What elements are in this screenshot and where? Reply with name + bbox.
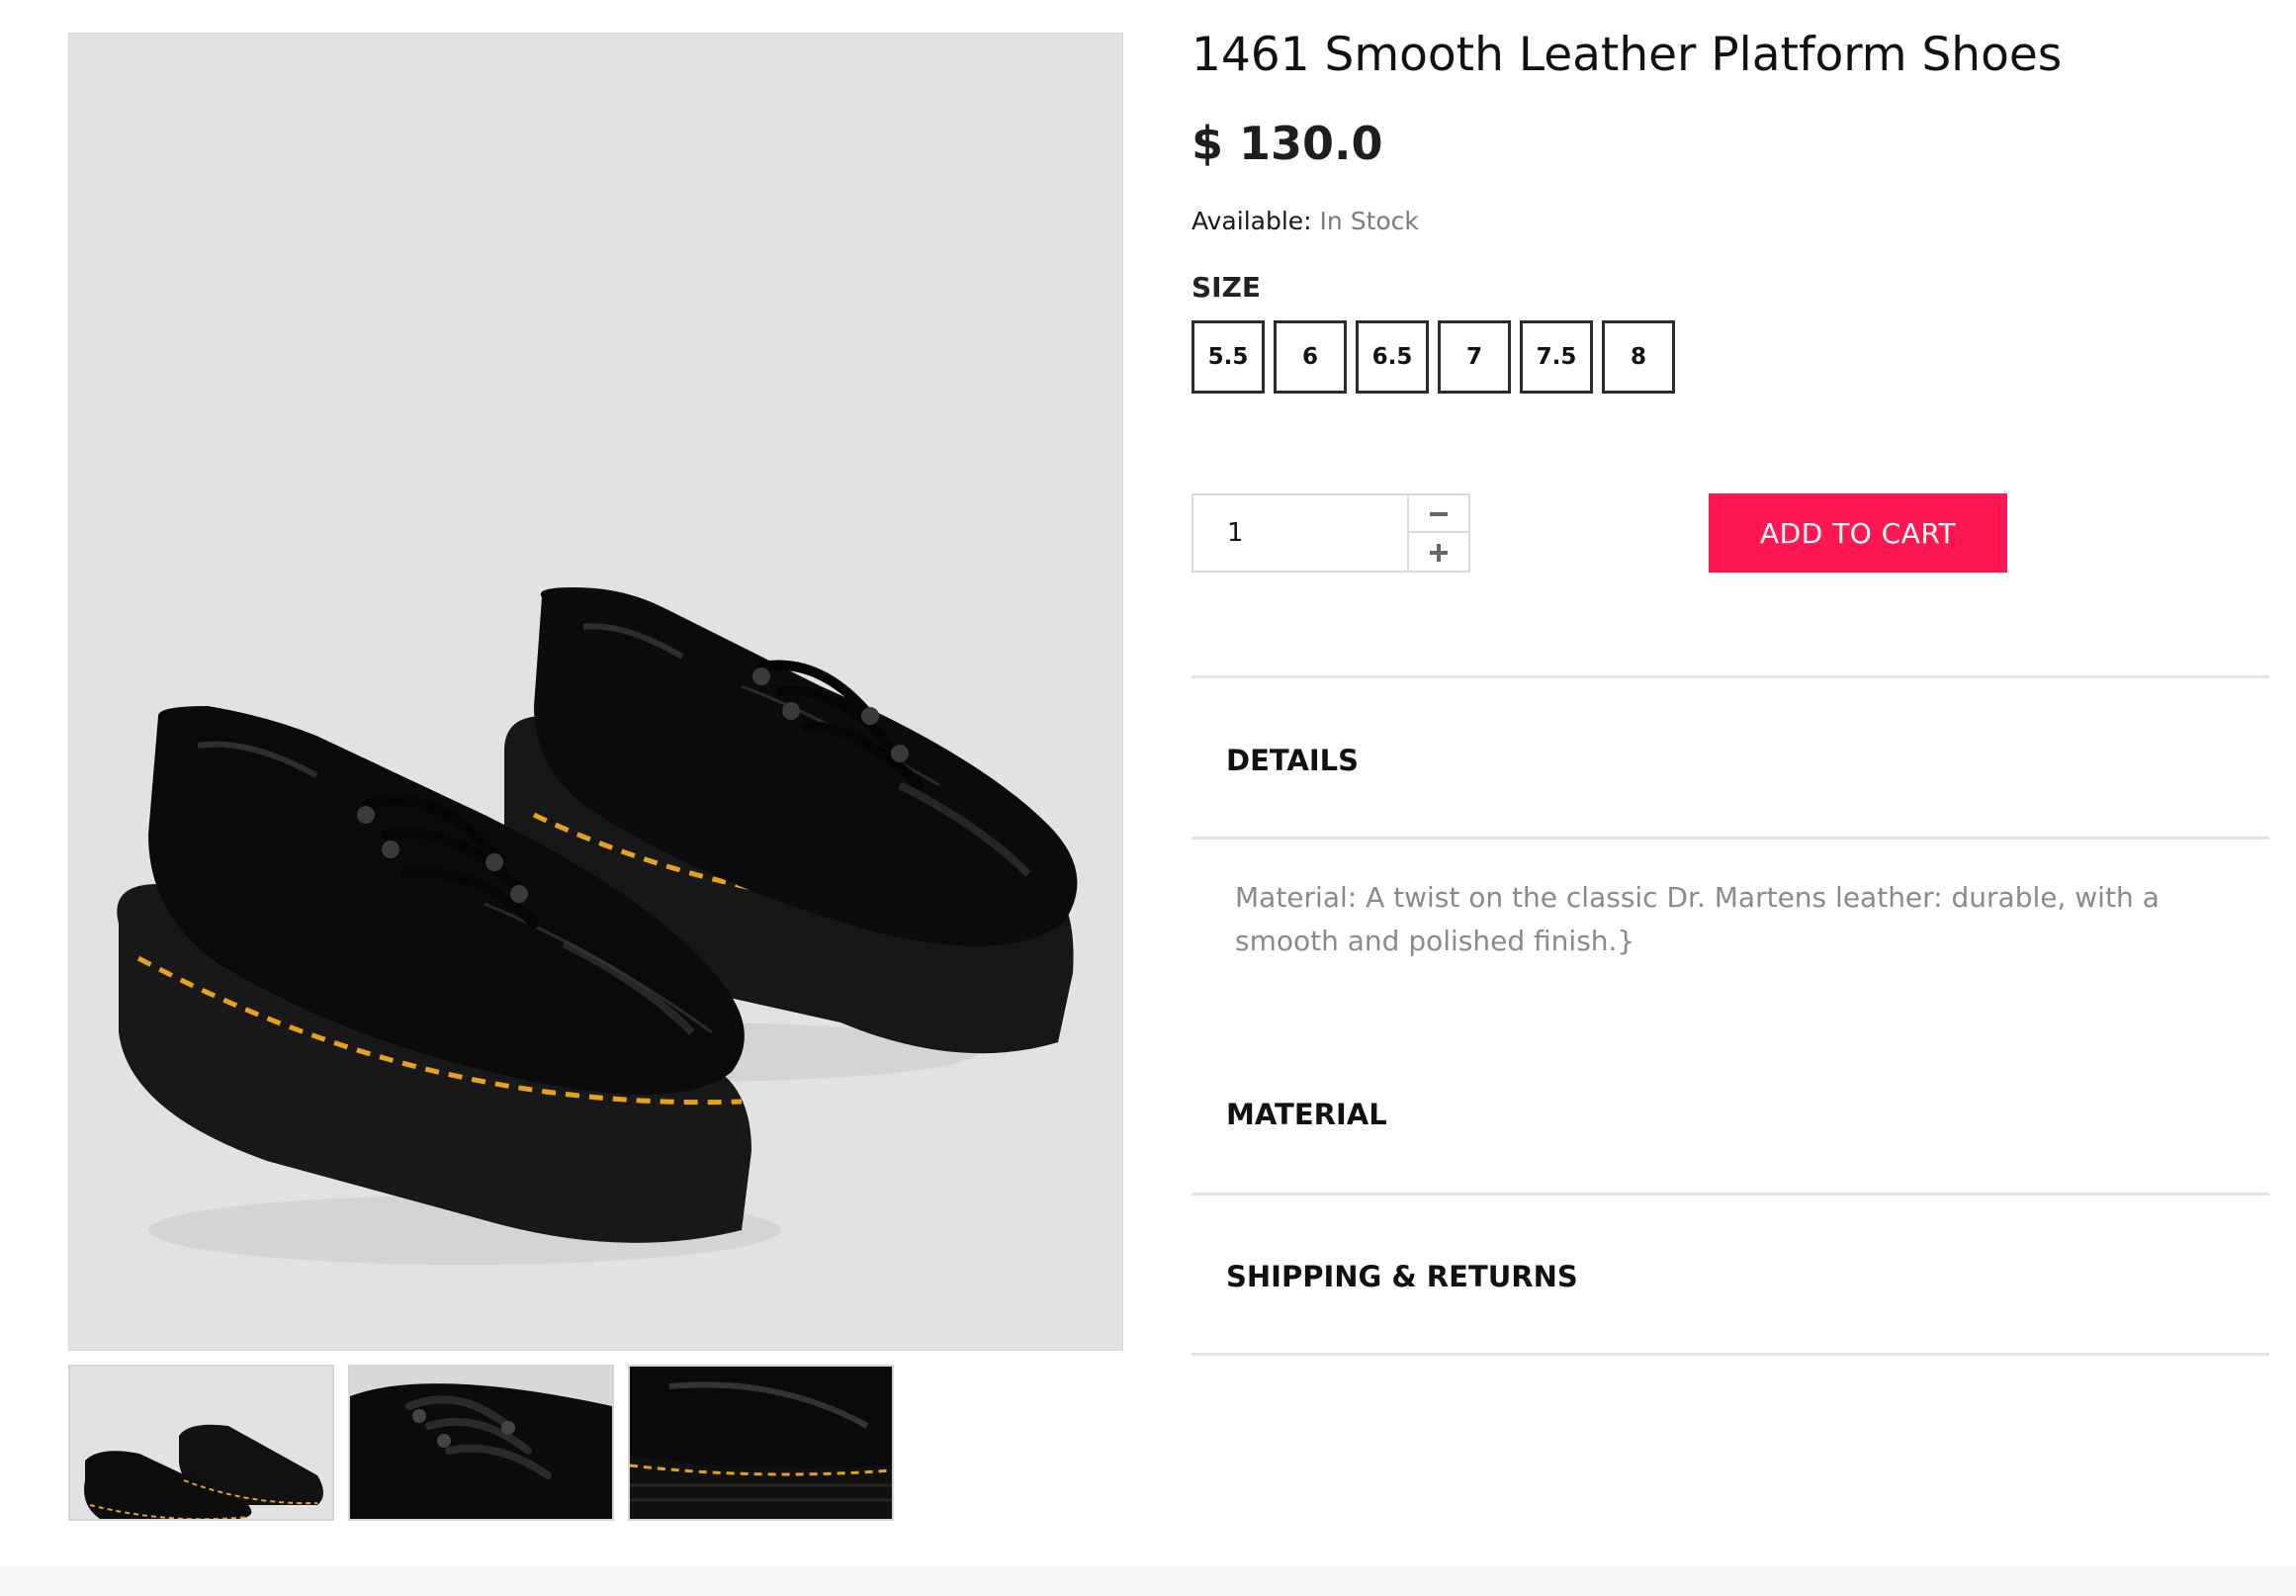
thumbnail-3[interactable] bbox=[628, 1365, 894, 1521]
product-page: 1461 Smooth Leather Platform Shoes $ 130… bbox=[0, 0, 2296, 1596]
quantity-stepper bbox=[1192, 493, 1470, 573]
material-accordion-header[interactable]: MATERIAL bbox=[1226, 1098, 1387, 1131]
thumbnail-2[interactable] bbox=[348, 1365, 614, 1521]
availability: Available: In Stock bbox=[1192, 207, 1419, 235]
footer-band bbox=[0, 1566, 2296, 1596]
plus-icon bbox=[1430, 536, 1448, 569]
size-label: SIZE bbox=[1192, 271, 1262, 304]
thumbnail-sole-closeup bbox=[630, 1367, 892, 1519]
divider bbox=[1192, 837, 2269, 840]
divider bbox=[1192, 1193, 2269, 1196]
product-title: 1461 Smooth Leather Platform Shoes bbox=[1192, 28, 2063, 82]
shipping-returns-accordion-header[interactable]: SHIPPING & RETURNS bbox=[1226, 1260, 1578, 1293]
thumbnail-lace-closeup bbox=[350, 1367, 612, 1519]
divider bbox=[1192, 1353, 2269, 1356]
quantity-increase-button[interactable] bbox=[1409, 533, 1468, 571]
availability-status: In Stock bbox=[1319, 207, 1419, 235]
size-option-6[interactable]: 6 bbox=[1274, 320, 1347, 394]
quantity-decrease-button[interactable] bbox=[1409, 495, 1468, 533]
availability-label: Available: bbox=[1192, 207, 1312, 235]
quantity-input[interactable] bbox=[1193, 495, 1409, 571]
size-option-8[interactable]: 8 bbox=[1602, 320, 1675, 394]
minus-icon bbox=[1430, 497, 1448, 530]
main-product-image[interactable] bbox=[68, 33, 1123, 1351]
product-price: $ 130.0 bbox=[1192, 117, 1383, 170]
thumbnail-1[interactable] bbox=[68, 1365, 334, 1521]
size-option-6-5[interactable]: 6.5 bbox=[1356, 320, 1429, 394]
size-option-5-5[interactable]: 5.5 bbox=[1192, 320, 1265, 394]
details-accordion-header[interactable]: DETAILS bbox=[1226, 744, 1359, 777]
thumbnail-shoe-pair bbox=[70, 1367, 332, 1519]
details-accordion-body: Material: A twist on the classic Dr. Mar… bbox=[1235, 881, 2160, 957]
size-option-7[interactable]: 7 bbox=[1438, 320, 1511, 394]
shoe-pair-image bbox=[69, 34, 1122, 1350]
add-to-cart-button[interactable]: ADD TO CART bbox=[1709, 493, 2007, 573]
divider bbox=[1192, 675, 2269, 678]
size-option-7-5[interactable]: 7.5 bbox=[1520, 320, 1593, 394]
